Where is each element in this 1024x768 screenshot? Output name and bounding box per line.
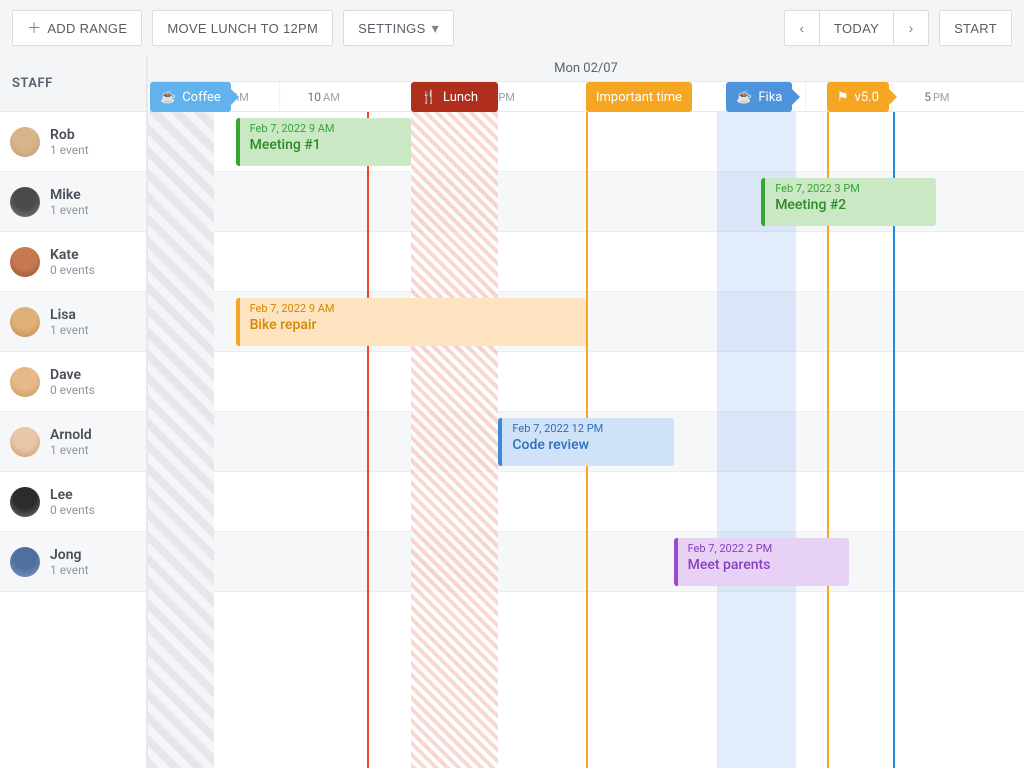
staff-row[interactable]: Arnold1 event (0, 412, 146, 472)
staff-row[interactable]: Mike1 event (0, 172, 146, 232)
event[interactable]: Feb 7, 2022 9 AM Meeting #1 (236, 118, 411, 166)
staff-meta: Kate0 events (50, 247, 95, 277)
avatar (10, 307, 40, 337)
staff-meta: Rob1 event (50, 127, 89, 157)
event-timestamp: Feb 7, 2022 2 PM (688, 542, 839, 555)
event-timestamp: Feb 7, 2022 12 PM (512, 422, 663, 435)
chevron-right-icon: › (909, 20, 914, 36)
avatar (10, 247, 40, 277)
avatar (10, 427, 40, 457)
chevron-left-icon: ‹ (800, 20, 805, 36)
staff-meta: Arnold1 event (50, 427, 92, 457)
avatar (10, 547, 40, 577)
hours-row: 9AM10AM12PM2PM4PM5PM☕Coffee🍴LunchImporta… (148, 82, 1024, 112)
staff-event-count: 0 events (50, 383, 95, 397)
staff-row[interactable]: Lisa1 event (0, 292, 146, 352)
staff-event-count: 1 event (50, 563, 89, 577)
hour-cell: 10AM (279, 82, 367, 112)
event-title: Meet parents (688, 557, 839, 573)
staff-name: Rob (50, 127, 89, 143)
event-title: Meeting #2 (775, 197, 926, 213)
toolbar: ＋ ADD RANGE MOVE LUNCH TO 12PM SETTINGS … (0, 0, 1024, 56)
staff-event-count: 0 events (50, 263, 95, 277)
staff-row[interactable]: Jong1 event (0, 532, 146, 592)
range-chip-label: Fika (758, 90, 782, 105)
avatar (10, 487, 40, 517)
staff-row[interactable]: Rob1 event (0, 112, 146, 172)
staff-event-count: 0 events (50, 503, 95, 517)
start-button[interactable]: START (939, 10, 1012, 46)
move-lunch-button[interactable]: MOVE LUNCH TO 12PM (152, 10, 333, 46)
staff-meta: Lisa1 event (50, 307, 89, 337)
settings-label: SETTINGS (358, 21, 425, 36)
plus-icon: ＋ (27, 18, 41, 38)
event-timestamp: Feb 7, 2022 3 PM (775, 182, 926, 195)
event-timestamp: Feb 7, 2022 9 AM (250, 302, 576, 315)
nav-button-group: ‹ TODAY › (784, 10, 929, 46)
hour-cell: 5PM (893, 82, 981, 112)
staff-name: Arnold (50, 427, 92, 443)
event[interactable]: Feb 7, 2022 3 PM Meeting #2 (761, 178, 936, 226)
range-chip-coffee[interactable]: ☕ Coffee (150, 82, 231, 112)
staff-name: Jong (50, 547, 89, 563)
staff-header: STAFF (0, 56, 146, 112)
range-chip-label: Lunch (443, 90, 478, 105)
staff-event-count: 1 event (50, 443, 92, 457)
event[interactable]: Feb 7, 2022 2 PM Meet parents (674, 538, 849, 586)
event[interactable]: Feb 7, 2022 9 AM Bike repair (236, 298, 586, 346)
range-chip-important[interactable]: Important time (586, 82, 692, 112)
staff-meta: Jong1 event (50, 547, 89, 577)
move-lunch-label: MOVE LUNCH TO 12PM (167, 21, 318, 36)
add-range-label: ADD RANGE (47, 21, 127, 36)
event-title: Meeting #1 (250, 137, 401, 153)
flag-icon: ⚑ (837, 90, 849, 105)
add-range-button[interactable]: ＋ ADD RANGE (12, 10, 142, 46)
coffee-icon: ☕ (160, 90, 176, 105)
staff-name: Mike (50, 187, 89, 203)
now-time-line (367, 112, 369, 768)
scheduler: STAFF Rob1 eventMike1 eventKate0 eventsL… (0, 56, 1024, 768)
staff-name: Dave (50, 367, 95, 383)
staff-meta: Lee0 events (50, 487, 95, 517)
fika-icon: ☕ (736, 90, 752, 105)
range-chip-flag[interactable]: ⚑ v5.0 (827, 82, 889, 112)
avatar (10, 367, 40, 397)
staff-event-count: 1 event (50, 203, 89, 217)
event-title: Bike repair (250, 317, 576, 333)
event[interactable]: Feb 7, 2022 12 PM Code review (498, 418, 673, 466)
range-chip-label: v5.0 (855, 90, 879, 105)
staff-name: Lisa (50, 307, 89, 323)
avatar (10, 127, 40, 157)
settings-button[interactable]: SETTINGS ▾ (343, 10, 454, 46)
scheduler-body: Mon 02/07 9AM10AM12PM2PM4PM5PM☕Coffee🍴Lu… (148, 56, 1024, 768)
staff-event-count: 1 event (50, 143, 89, 157)
lunch-icon: 🍴 (421, 90, 437, 105)
staff-row[interactable]: Kate0 events (0, 232, 146, 292)
staff-row[interactable]: Lee0 events (0, 472, 146, 532)
event-title: Code review (512, 437, 663, 453)
range-chip-lunch[interactable]: 🍴 Lunch (411, 82, 499, 112)
event-timestamp: Feb 7, 2022 9 AM (250, 122, 401, 135)
staff-list: Rob1 eventMike1 eventKate0 eventsLisa1 e… (0, 112, 146, 592)
today-label: TODAY (834, 21, 879, 36)
date-header: Mon 02/07 (148, 56, 1024, 82)
start-label: START (954, 21, 997, 36)
staff-row[interactable]: Dave0 events (0, 352, 146, 412)
staff-name: Kate (50, 247, 95, 263)
staff-meta: Mike1 event (50, 187, 89, 217)
avatar (10, 187, 40, 217)
staff-name: Lee (50, 487, 95, 503)
staff-meta: Dave0 events (50, 367, 95, 397)
range-chip-label: Important time (596, 90, 682, 105)
range-chip-fika[interactable]: ☕ Fika (726, 82, 792, 112)
caret-down-icon: ▾ (432, 20, 439, 37)
range-chip-label: Coffee (182, 90, 221, 105)
staff-sidebar: STAFF Rob1 eventMike1 eventKate0 eventsL… (0, 56, 148, 768)
staff-event-count: 1 event (50, 323, 89, 337)
today-button[interactable]: TODAY (819, 10, 894, 46)
prev-button[interactable]: ‹ (784, 10, 820, 46)
next-button[interactable]: › (893, 10, 929, 46)
